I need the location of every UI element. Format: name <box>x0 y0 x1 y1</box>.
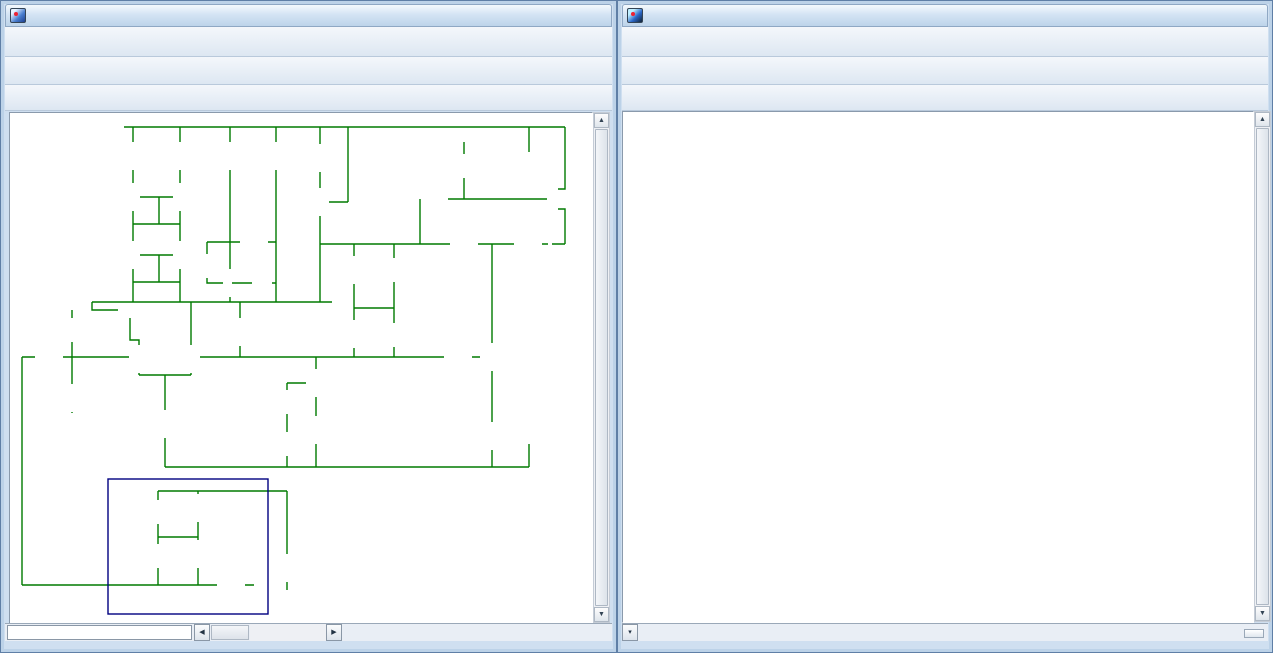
left-toolbar-row2 <box>5 57 612 85</box>
hscroll-left-button[interactable]: ◀ <box>194 624 210 641</box>
left-tabbar: ◀ ▶ <box>5 623 612 641</box>
scroll-up-button[interactable]: ▲ <box>594 113 609 128</box>
reverse-riaa-box <box>108 479 268 614</box>
left-titlebar[interactable] <box>5 4 612 27</box>
hscroll-thumb[interactable] <box>211 625 249 640</box>
schematic-wires <box>22 127 565 590</box>
circuit-file-icon <box>10 8 26 23</box>
scroll-up-button[interactable]: ▲ <box>1255 112 1270 127</box>
tab-list-dropdown[interactable]: ▾ <box>622 624 638 641</box>
hscroll-right-button[interactable]: ▶ <box>326 624 342 641</box>
resize-grip[interactable] <box>1244 629 1264 638</box>
right-toolbar-row2 <box>622 57 1268 85</box>
schematic-window: ▲ ▼ ◀ ▶ <box>0 0 617 653</box>
left-toolbar-row3 <box>5 85 612 111</box>
analysis-icon <box>627 8 643 23</box>
right-tabbar: ▾ <box>622 623 1268 641</box>
bode-plot[interactable] <box>622 111 1254 623</box>
analysis-window: ▲ ▼ ▾ <box>617 0 1273 653</box>
schematic-vscrollbar[interactable]: ▲ ▼ <box>593 112 610 623</box>
plot-vscrollbar[interactable]: ▲ ▼ <box>1254 111 1271 622</box>
right-titlebar[interactable] <box>622 4 1268 27</box>
right-toolbar-row3 <box>622 85 1268 111</box>
scroll-down-button[interactable]: ▼ <box>1255 606 1270 621</box>
schematic-canvas[interactable] <box>9 112 593 625</box>
scroll-down-button[interactable]: ▼ <box>594 607 609 622</box>
left-toolbar-row1 <box>5 27 612 57</box>
right-toolbar-row1 <box>622 27 1268 57</box>
